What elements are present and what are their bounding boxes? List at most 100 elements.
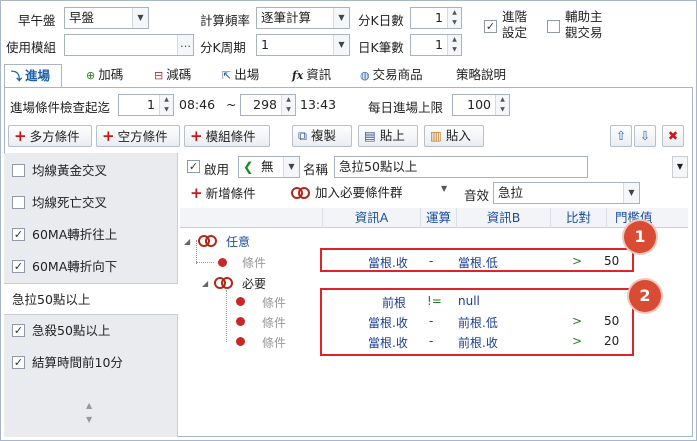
group-any-label[interactable]: 任意 (226, 233, 250, 250)
tab-exit[interactable]: ⇱ 出場 (216, 64, 265, 88)
condition-label[interactable]: 條件 (262, 294, 286, 311)
spin-arrows-icon[interactable]: ▲ ▼ (159, 95, 173, 115)
add-condition-button[interactable]: + 新增條件 (184, 182, 276, 204)
chevron-down-icon[interactable]: ▼ (441, 184, 447, 193)
module-field[interactable]: … (64, 34, 194, 56)
chevron-down-icon[interactable]: ▼ (333, 8, 349, 28)
tab-entry[interactable]: ⤵ 進場 (4, 64, 62, 88)
add-long-condition-button[interactable]: + 多方條件 (8, 125, 92, 147)
daybars-value: 1 (435, 37, 443, 52)
list-item[interactable]: 均線黃金交叉 (4, 155, 178, 187)
list-item[interactable]: ✓ 結算時間前10分 (4, 347, 178, 379)
list-item[interactable]: 均線死亡交叉 (4, 187, 178, 219)
sound-select[interactable]: 急拉 ▼ (493, 182, 640, 204)
cell-threshold[interactable]: 50 (604, 254, 619, 268)
scroll-arrows[interactable]: ▲ ▼ (86, 399, 92, 427)
list-item-checkbox[interactable]: ✓ (12, 260, 25, 273)
daybars-spinner[interactable]: 1 ▲ ▼ (410, 34, 462, 56)
group-must-label[interactable]: 必要 (242, 275, 266, 292)
tab-reduce[interactable]: ⊟ 減碼 (148, 64, 197, 88)
cell-info-a[interactable]: 當根.收 (368, 334, 408, 351)
spin-arrows-icon[interactable]: ▲ ▼ (447, 8, 461, 28)
cell-info-a[interactable]: 前根 (382, 294, 406, 311)
spin-arrows-icon[interactable]: ▲ ▼ (495, 95, 509, 115)
kdays-spinner[interactable]: 1 ▲ ▼ (410, 7, 462, 29)
daily-limit-label: 每日進場上限 (368, 100, 444, 115)
start-spinner[interactable]: 1 ▲ ▼ (118, 94, 174, 116)
column-header[interactable]: 資訊A (322, 208, 420, 228)
aux-checkbox[interactable] (547, 20, 560, 33)
chevron-down-icon[interactable]: ▼ (132, 8, 148, 28)
list-item-label: 均線死亡交叉 (32, 195, 108, 210)
advanced-checkbox[interactable]: ✓ (484, 20, 497, 33)
spin-arrows-icon[interactable]: ▲ ▼ (281, 95, 295, 115)
scroll-up-icon[interactable]: ▲ (86, 401, 92, 410)
column-header[interactable]: 運算 (420, 208, 456, 228)
tab-products[interactable]: ◍ 交易商品 (354, 64, 429, 88)
column-header[interactable]: 比對 (550, 208, 606, 228)
list-item[interactable]: ✓ 急殺50點以上 (4, 315, 178, 347)
list-item-checkbox[interactable] (12, 164, 25, 177)
chevron-down-icon[interactable]: ▼ (283, 157, 299, 177)
collapse-icon[interactable]: ◢ (184, 237, 190, 246)
name-input[interactable]: 急拉50點以上 (334, 156, 588, 178)
collapse-icon[interactable]: ◢ (202, 279, 208, 288)
close-icon: ✖ (667, 128, 679, 143)
condition-dot-icon (236, 297, 245, 306)
cell-op[interactable]: - (429, 334, 433, 348)
copy-button[interactable]: ⧉ 複製 (292, 125, 352, 147)
cell-info-b[interactable]: 前根.收 (458, 334, 498, 351)
condition-label[interactable]: 條件 (242, 254, 266, 271)
session-select[interactable]: 早盤 ▼ (64, 7, 149, 29)
condition-label[interactable]: 條件 (262, 334, 286, 351)
daily-limit-spinner[interactable]: 100 ▲ ▼ (452, 94, 510, 116)
list-item-checkbox[interactable]: ✓ (12, 356, 25, 369)
kperiod-select[interactable]: 1 ▼ (256, 34, 350, 56)
paste-over-button[interactable]: ▤ 貼上 (358, 125, 418, 147)
tab-info[interactable]: fx 資訊 (286, 64, 337, 88)
list-item-checkbox[interactable] (12, 196, 25, 209)
tab-add[interactable]: ⊕ 加碼 (80, 64, 129, 88)
list-item-checkbox[interactable]: ✓ (12, 228, 25, 241)
add-module-condition-button[interactable]: + 模組條件 (184, 125, 270, 147)
list-item-checkbox[interactable]: ✓ (12, 324, 25, 337)
list-item-selected[interactable]: 急拉50點以上 (4, 283, 178, 315)
freq-select[interactable]: 逐筆計算 ▼ (256, 7, 350, 29)
condition-label[interactable]: 條件 (262, 314, 286, 331)
scroll-down-icon[interactable]: ▼ (86, 415, 92, 424)
cell-op[interactable]: - (429, 314, 433, 328)
cell-op[interactable]: != (427, 294, 442, 308)
daily-limit-value: 100 (467, 97, 491, 112)
cell-info-b[interactable]: null (458, 294, 480, 308)
freq-label: 計算頻率 (200, 13, 251, 28)
cell-compare[interactable]: > (572, 314, 582, 328)
move-down-button[interactable]: ⇩ (634, 125, 656, 147)
spin-arrows-icon[interactable]: ▲ ▼ (447, 35, 461, 55)
chevron-down-icon[interactable]: ▼ (623, 183, 639, 203)
paste-into-button[interactable]: ▥ 貼入 (424, 125, 484, 147)
cell-op[interactable]: - (429, 254, 433, 268)
enable-checkbox[interactable]: ✓ (187, 160, 200, 173)
chevron-down-icon[interactable]: ▼ (333, 35, 349, 55)
add-short-condition-button[interactable]: + 空方條件 (96, 125, 180, 147)
cell-info-b[interactable]: 前根.低 (458, 314, 498, 331)
cell-info-a[interactable]: 當根.收 (368, 314, 408, 331)
browse-button[interactable]: … (177, 35, 193, 55)
column-header[interactable]: 資訊B (456, 208, 550, 228)
delete-button[interactable]: ✖ (662, 125, 684, 147)
cell-compare[interactable]: > (572, 254, 582, 268)
cell-info-b[interactable]: 當根.低 (458, 254, 498, 271)
cell-threshold[interactable]: 20 (604, 334, 619, 348)
add-required-group-button[interactable]: 加入必要條件群 (286, 182, 456, 204)
chevron-down-icon[interactable]: ▼ (672, 156, 688, 178)
list-item[interactable]: ✓ 60MA轉折往上 (4, 219, 178, 251)
cell-info-a[interactable]: 當根.收 (368, 254, 408, 271)
tab-description[interactable]: 策略說明 (450, 64, 512, 88)
cell-threshold[interactable]: 50 (604, 314, 619, 328)
end-spinner[interactable]: 298 ▲ ▼ (240, 94, 296, 116)
list-item[interactable]: ✓ 60MA轉折向下 (4, 251, 178, 283)
cell-compare[interactable]: > (572, 334, 582, 348)
condition-list: 均線黃金交叉 均線死亡交叉 ✓ 60MA轉折往上 ✓ 60MA轉折向下 急拉50點以… (4, 153, 178, 437)
move-up-button[interactable]: ⇧ (610, 125, 632, 147)
mark-select[interactable]: ❮ 無 ▼ (238, 156, 300, 178)
